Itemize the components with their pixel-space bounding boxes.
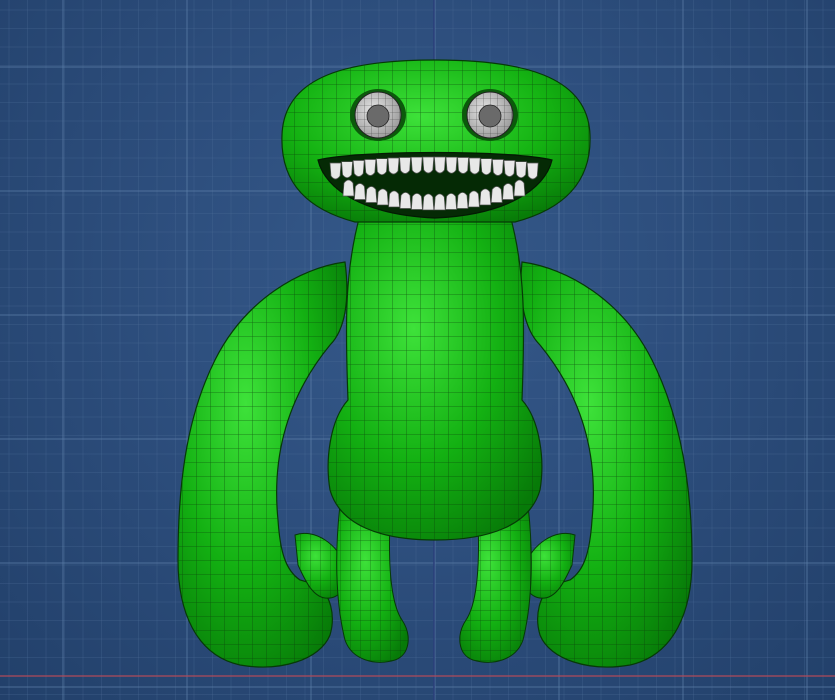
lower-tooth xyxy=(433,193,446,211)
upper-tooth xyxy=(399,157,411,174)
upper-tooth xyxy=(445,156,458,174)
lower-tooth xyxy=(411,193,423,210)
torso xyxy=(327,214,543,541)
lower-tooth xyxy=(468,190,480,208)
lower-tooth xyxy=(399,192,412,209)
left-eye xyxy=(350,89,406,141)
upper-tooth xyxy=(457,157,469,174)
upper-tooth xyxy=(480,158,493,176)
left-pupil xyxy=(366,104,390,128)
upper-tooth xyxy=(515,161,527,179)
upper-tooth xyxy=(387,157,400,175)
upper-tooth xyxy=(352,160,365,177)
upper-tooth xyxy=(376,158,388,176)
lower-tooth xyxy=(422,193,435,211)
upper-tooth xyxy=(503,160,516,177)
upper-tooth xyxy=(468,157,481,175)
lower-tooth xyxy=(365,186,378,203)
monster-mesh-model[interactable] xyxy=(0,0,835,700)
lower-tooth xyxy=(502,183,514,200)
lower-tooth xyxy=(388,190,400,208)
right-arm xyxy=(520,261,693,668)
upper-tooth xyxy=(434,156,446,174)
upper-tooth xyxy=(341,161,353,179)
3d-viewport[interactable] xyxy=(0,0,835,700)
lower-tooth xyxy=(376,188,389,206)
lower-tooth xyxy=(513,179,526,197)
upper-tooth xyxy=(410,156,423,174)
right-pupil xyxy=(478,104,502,128)
left-arm xyxy=(177,261,348,668)
upper-tooth xyxy=(329,162,342,180)
lower-tooth xyxy=(490,186,503,203)
lower-tooth xyxy=(456,192,469,209)
upper-tooth xyxy=(422,156,435,174)
lower-tooth xyxy=(354,183,366,200)
upper-tooth xyxy=(526,162,539,180)
lower-tooth xyxy=(479,188,492,206)
upper-tooth xyxy=(492,159,504,176)
lower-tooth xyxy=(445,193,457,210)
upper-tooth xyxy=(364,159,377,176)
right-eye xyxy=(462,89,518,141)
lower-tooth xyxy=(342,179,355,197)
